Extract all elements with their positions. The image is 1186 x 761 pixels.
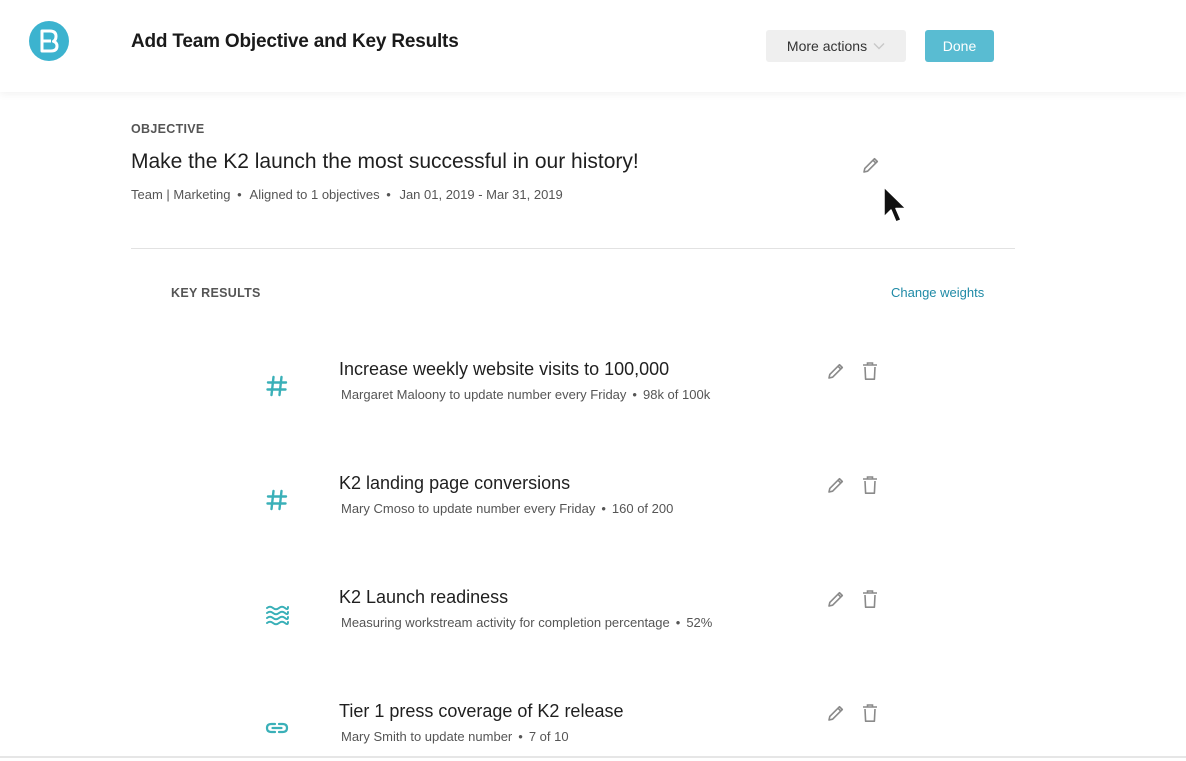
key-result-row[interactable]: Tier 1 press coverage of K2 release Mary… [0, 701, 1186, 761]
key-result-details: Measuring workstream activity for comple… [341, 615, 713, 630]
objective-owner: Team | Marketing [131, 187, 231, 202]
delete-trash-icon[interactable] [862, 361, 878, 381]
delete-trash-icon[interactable] [862, 475, 878, 495]
chevron-down-icon [873, 43, 885, 50]
app-logo-icon[interactable] [29, 21, 69, 61]
done-button[interactable]: Done [925, 30, 994, 62]
delete-trash-icon[interactable] [862, 589, 878, 609]
key-result-owner: Mary Cmoso to update number every Friday [341, 501, 596, 516]
key-result-details: Mary Cmoso to update number every Friday… [341, 501, 674, 516]
objective-section-label: OBJECTIVE [131, 122, 205, 136]
objective-title: Make the K2 launch the most successful i… [131, 150, 639, 173]
hash-icon [266, 489, 288, 511]
change-weights-link[interactable]: Change weights [891, 285, 984, 300]
link-icon [265, 722, 289, 734]
key-result-title: Tier 1 press coverage of K2 release [339, 701, 624, 721]
objective-date-range: Jan 01, 2019 - Mar 31, 2019 [399, 187, 563, 202]
key-result-progress: 98k of 100k [642, 387, 711, 402]
more-actions-dropdown[interactable]: More actions [766, 30, 906, 62]
page-title: Add Team Objective and Key Results [131, 31, 459, 52]
edit-pencil-icon[interactable] [826, 361, 846, 381]
key-result-row[interactable]: K2 Launch readiness Measuring workstream… [0, 587, 1186, 647]
key-result-progress: 160 of 200 [611, 501, 674, 516]
key-result-owner: Mary Smith to update number [341, 729, 513, 744]
key-results-section-label: KEY RESULTS [171, 286, 261, 300]
key-result-title: K2 Launch readiness [339, 587, 509, 607]
edit-pencil-icon[interactable] [826, 703, 846, 723]
key-result-row[interactable]: K2 landing page conversions Mary Cmoso t… [0, 473, 1186, 533]
app-header: Add Team Objective and Key Results More … [0, 0, 1186, 92]
more-actions-label: More actions [786, 38, 868, 54]
delete-trash-icon[interactable] [862, 703, 878, 723]
key-result-row[interactable]: Increase weekly website visits to 100,00… [0, 359, 1186, 419]
key-result-title: K2 landing page conversions [339, 473, 571, 493]
objective-alignment[interactable]: Aligned to 1 objectives [250, 187, 380, 202]
edit-pencil-icon[interactable] [826, 589, 846, 609]
key-result-progress: 7 of 10 [528, 729, 569, 744]
key-result-owner: Margaret Maloony to update number every … [341, 387, 627, 402]
key-result-progress: 52% [686, 615, 713, 630]
section-divider [131, 248, 1015, 249]
edit-pencil-icon[interactable] [826, 475, 846, 495]
waves-icon [266, 605, 289, 626]
edit-objective-pencil-icon[interactable] [861, 155, 881, 175]
hash-icon [266, 375, 288, 397]
mouse-cursor-icon [883, 186, 907, 223]
key-result-title: Increase weekly website visits to 100,00… [339, 359, 670, 379]
key-result-details: Margaret Maloony to update number every … [341, 387, 711, 402]
key-result-owner: Measuring workstream activity for comple… [341, 615, 670, 630]
objective-meta: Team | Marketing • Aligned to 1 objectiv… [131, 187, 563, 202]
key-result-details: Mary Smith to update number • 7 of 10 [341, 729, 569, 744]
